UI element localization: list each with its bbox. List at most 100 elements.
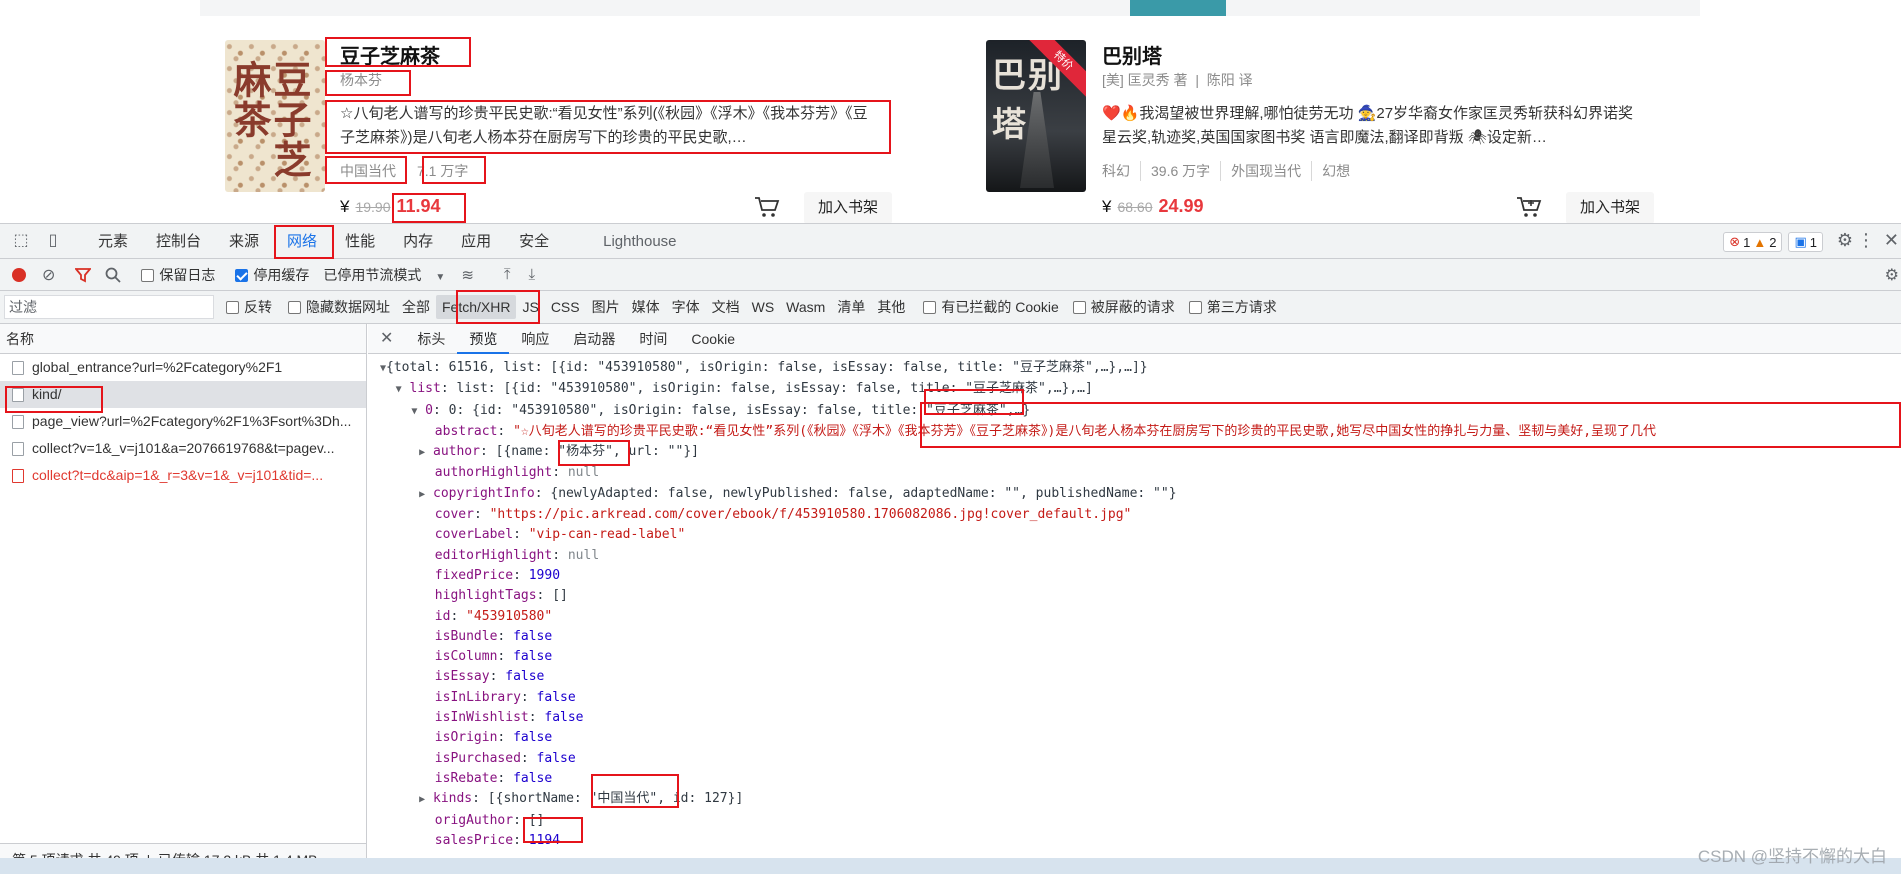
tab-console[interactable]: 控制台 [142,224,215,259]
invert-checkbox[interactable]: 反转 [226,297,272,317]
old-price: 68.60 [1117,199,1153,215]
orig-author-value: [] [528,812,545,828]
active-indicator [1130,0,1226,16]
currency: ¥ [340,197,350,216]
request-row[interactable]: collect?v=1&_v=j101&a=2076619768&t=pagev… [0,435,366,462]
third-party-label: 第三方请求 [1206,299,1277,315]
network-settings-icon[interactable]: ⚙ [1885,265,1899,285]
inspect-icon[interactable]: ⬚ [10,230,32,252]
filter-doc[interactable]: 文档 [706,295,746,319]
json-item-0[interactable]: 0: {id: "453910580", isOrigin: false, is… [449,403,1031,418]
tab-application[interactable]: 应用 [447,224,505,259]
request-list: 名称 global_entrance?url=%2Fcategory%2F1 k… [0,324,367,874]
blocked-requests-checkbox[interactable]: 被屏蔽的请求 [1072,297,1175,317]
device-toolbar-icon[interactable]: ▯ [42,230,64,252]
kinds-value[interactable]: [{shortName: "中国当代", id: 127}] [488,791,744,806]
book-title-2[interactable]: 巴别塔 [1102,40,1162,69]
filter-img[interactable]: 图片 [586,295,626,319]
tab-sources[interactable]: 来源 [215,224,273,259]
blocked-cookies-checkbox[interactable]: 有已拦截的 Cookie [923,297,1059,317]
filter-css[interactable]: CSS [545,295,586,319]
message-icon: ▣ [1794,234,1807,249]
copyright-value[interactable]: {newlyAdapted: false, newlyPublished: fa… [550,486,1176,501]
close-details-icon[interactable]: ✕ [368,324,405,354]
book-author-1[interactable]: 杨本芬 [340,70,382,90]
tab-elements[interactable]: 元素 [84,224,142,259]
record-icon[interactable] [12,267,26,282]
filter-wasm[interactable]: Wasm [780,295,831,319]
tab-response[interactable]: 响应 [509,324,561,354]
filter-manifest[interactable]: 清单 [831,295,871,319]
tab-memory[interactable]: 内存 [389,224,447,259]
editor-highlight-value: null [567,547,600,563]
add-to-shelf-button[interactable]: 加入书架 [804,192,893,224]
filter-all[interactable]: 全部 [396,295,436,319]
settings-gear-icon[interactable]: ⚙ [1837,230,1853,251]
filter-media[interactable]: 媒体 [626,295,666,319]
tag[interactable]: 中国当代 [340,161,406,181]
disable-cache-label: 停用缓存 [253,266,310,283]
file-icon [12,468,24,483]
add-to-shelf-button[interactable]: 加入书架 [1566,192,1655,224]
more-options-icon[interactable]: ⋮ [1857,230,1875,251]
tab-timing[interactable]: 时间 [627,324,679,354]
json-root[interactable]: {total: 61516, list: [{id: "453910580", … [386,360,1148,375]
book-title-1[interactable]: 豆子芝麻茶 [340,40,440,69]
column-header-name[interactable]: 名称 [0,324,366,354]
book-cover-2[interactable]: 巴别塔 特价 [986,40,1086,192]
close-icon[interactable]: ✕ [1884,230,1899,251]
tab-performance[interactable]: 性能 [331,224,389,259]
blocked-cookies-label: 有已拦截的 Cookie [941,299,1059,315]
file-icon [12,360,24,375]
filter-font[interactable]: 字体 [666,295,706,319]
tab-network[interactable]: 网络 [273,224,331,259]
import-har-icon[interactable]: ⤒ [504,266,511,283]
translator[interactable]: 陈阳 译 [1207,72,1253,88]
filter-input[interactable]: 过滤 [4,295,214,319]
search-icon[interactable] [105,267,122,283]
tab-headers[interactable]: 标头 [405,324,457,354]
book-cover-1[interactable]: 豆子芝麻茶 [225,40,325,192]
clear-icon[interactable]: ⊘ [42,265,55,285]
disable-cache-checkbox[interactable]: 停用缓存 [235,265,309,285]
blocked-requests-label: 被屏蔽的请求 [1090,299,1175,315]
filter-icon[interactable] [75,267,92,283]
throttling-select[interactable]: 已停用节流模式 ▼ [323,265,445,285]
filter-fetch-xhr[interactable]: Fetch/XHR [436,295,517,319]
is-bundle-value: false [513,628,553,644]
tag[interactable]: 科幻 [1102,161,1140,181]
json-list[interactable]: list: [{id: "453910580", isOrigin: false… [456,381,1092,396]
book-desc-1: ☆八旬老人谱写的珍贵平民史歌:“看见女性”系列(《秋园》《浮木》《我本芬芳》《豆… [340,105,868,146]
tag[interactable]: 幻想 [1311,161,1360,181]
author[interactable]: [美] 匡灵秀 著 [1102,72,1188,88]
export-har-icon[interactable]: ⤓ [529,266,536,283]
is-essay-value: false [505,669,545,685]
hide-data-urls-checkbox[interactable]: 隐藏数据网址 [288,297,390,317]
hide-data-urls-label: 隐藏数据网址 [306,299,390,315]
filter-other[interactable]: 其他 [871,295,911,319]
request-row[interactable]: collect?t=dc&aip=1&_r=3&v=1&_v=j101&tid=… [0,462,366,489]
tab-security[interactable]: 安全 [505,224,563,259]
chevron-down-icon: ▼ [435,271,446,283]
third-party-checkbox[interactable]: 第三方请求 [1188,297,1277,317]
info-count: 1 [1809,234,1817,250]
request-row[interactable]: global_entrance?url=%2Fcategory%2F1 [0,354,366,381]
invert-label: 反转 [244,299,272,315]
issues-counter[interactable]: ⊗ 1 ▲ 2 ▣ 1 [1723,232,1823,252]
tab-preview[interactable]: 预览 [457,324,510,354]
book-listing-page: 豆子芝麻茶 豆子芝麻茶 杨本芬 ☆八旬老人谱写的珍贵平民史歌:“看见女性”系列(… [0,0,1901,224]
tab-lighthouse[interactable]: Lighthouse [563,224,690,259]
author-value[interactable]: [{name: "杨本芬", url: ""}] [496,444,699,459]
tag[interactable]: 外国现当代 [1220,161,1311,181]
request-row[interactable]: kind/ [0,381,366,408]
preserve-log-checkbox[interactable]: 保留日志 [141,265,215,285]
tab-cookies[interactable]: Cookie [679,324,747,354]
tab-initiator[interactable]: 启动器 [561,324,627,354]
network-conditions-icon[interactable]: ≋ [461,266,474,284]
request-row[interactable]: page_view?url=%2Fcategory%2F1%3Fsort%3Dh… [0,408,366,435]
request-name: page_view?url=%2Fcategory%2F1%3Fsort%3Dh… [32,413,352,429]
filter-ws[interactable]: WS [746,295,781,319]
cart-icon[interactable] [754,196,780,218]
cart-icon[interactable] [1516,196,1542,218]
filter-js[interactable]: JS [516,295,544,319]
